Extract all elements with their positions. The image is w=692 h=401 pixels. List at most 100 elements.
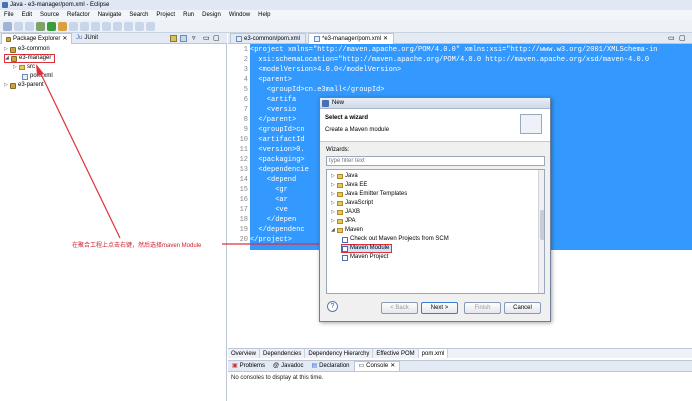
- tree-item-e3-parent[interactable]: ▷ e3-parent: [4, 81, 44, 90]
- new-icon[interactable]: [3, 21, 12, 31]
- folder-icon: [337, 228, 343, 233]
- forward-icon[interactable]: [146, 21, 155, 31]
- tree-item-src[interactable]: ▷ src: [13, 63, 35, 72]
- wizard-folder-maven[interactable]: ◢ Maven: [331, 226, 363, 235]
- dialog-description: Create a Maven module: [325, 127, 390, 133]
- tree-item-e3-common[interactable]: ▷ e3-common: [4, 45, 50, 54]
- tab-dependencies[interactable]: Dependencies: [260, 349, 306, 358]
- line-number: 9: [243, 126, 248, 134]
- line-number: 10: [239, 136, 248, 144]
- annotation-nav-icon[interactable]: [124, 21, 133, 31]
- collapse-all-icon[interactable]: [170, 35, 177, 42]
- folder-icon: [337, 192, 343, 197]
- wizard-tree[interactable]: ▷ Java ▷ Java EE ▷ Java Emitter Templates ▷…: [326, 169, 545, 294]
- menu-refactor[interactable]: Refactor: [67, 10, 90, 20]
- xml-file-icon: [22, 73, 28, 80]
- menu-design[interactable]: Design: [202, 10, 221, 20]
- tab-effective-pom[interactable]: Effective POM: [373, 349, 419, 358]
- minimize-icon[interactable]: ▭: [203, 33, 210, 44]
- menu-search[interactable]: Search: [129, 10, 148, 20]
- toolbar: [0, 20, 692, 33]
- new-java-project-icon[interactable]: [69, 21, 78, 31]
- tab-e3-common-pom[interactable]: e3-common/pom.xml: [230, 33, 307, 44]
- wizard-folder-jaxb[interactable]: ▷ JAXB: [331, 208, 360, 217]
- code-line: <project xmlns="http://maven.apache.org/…: [250, 46, 658, 54]
- finish-button[interactable]: Finish: [464, 302, 501, 314]
- tab-label: Console: [366, 363, 389, 369]
- wizard-folder-javascript[interactable]: ▷ JavaScript: [331, 199, 373, 208]
- menu-run[interactable]: Run: [183, 10, 194, 20]
- wizard-folder-java[interactable]: ▷ Java: [331, 172, 358, 181]
- tab-label: e3-common/pom.xml: [244, 35, 301, 42]
- debug-icon[interactable]: [36, 21, 45, 31]
- tab-javadoc[interactable]: @ Javadoc: [269, 361, 307, 371]
- wizard-item-maven-module[interactable]: Maven Module: [341, 244, 393, 253]
- line-number: 3: [243, 66, 248, 74]
- menu-edit[interactable]: Edit: [22, 10, 32, 20]
- tree-item-pom-xml[interactable]: pom.xml: [22, 72, 53, 81]
- tab-dependency-hierarchy[interactable]: Dependency Hierarchy: [305, 349, 374, 358]
- expand-icon[interactable]: ▷: [13, 63, 17, 72]
- maximize-icon[interactable]: ▢: [679, 33, 686, 44]
- search-icon[interactable]: [113, 21, 122, 31]
- expand-icon[interactable]: ▷: [4, 81, 8, 90]
- wizard-scrollbar[interactable]: [538, 170, 544, 293]
- line-number: 16: [239, 196, 248, 204]
- line-number: 7: [243, 106, 248, 114]
- new-package-icon[interactable]: [80, 21, 89, 31]
- pom-editor-tabs: Overview Dependencies Dependency Hierarc…: [228, 348, 692, 358]
- close-icon[interactable]: ✕: [390, 361, 395, 372]
- maven-icon: [342, 245, 348, 252]
- menu-project[interactable]: Project: [156, 10, 175, 20]
- tab-problems[interactable]: ▣ Problems: [228, 361, 269, 371]
- save-icon[interactable]: [14, 21, 23, 31]
- tab-e3-manager-pom[interactable]: *e3-manager/pom.xml ✕: [308, 33, 395, 45]
- tab-console[interactable]: ▭ Console ✕: [353, 361, 401, 372]
- next-button[interactable]: Next >: [421, 302, 458, 314]
- wizard-folder-java-ee[interactable]: ▷ Java EE: [331, 181, 367, 190]
- console-panel: ▣ Problems @ Javadoc ▤ Declaration ▭ Console…: [228, 360, 692, 401]
- wizard-folder-jpa[interactable]: ▷ JPA: [331, 217, 356, 226]
- external-tools-icon[interactable]: [58, 21, 67, 31]
- wizard-item-maven-project[interactable]: Maven Project: [342, 253, 388, 262]
- open-type-icon[interactable]: [102, 21, 111, 31]
- wizard-label: Maven Project: [350, 254, 389, 260]
- help-icon[interactable]: ?: [327, 301, 338, 312]
- tree-label: e3-common: [18, 46, 50, 52]
- tab-package-explorer[interactable]: Package Explorer ✕: [1, 33, 73, 45]
- close-icon[interactable]: ✕: [383, 34, 388, 45]
- cancel-button[interactable]: Cancel: [504, 302, 541, 314]
- close-icon[interactable]: ✕: [62, 34, 67, 45]
- maximize-icon[interactable]: ▢: [213, 33, 220, 44]
- scrollbar-thumb[interactable]: [540, 210, 544, 240]
- tree-item-e3-manager[interactable]: ◢ e3-manager: [4, 54, 56, 63]
- view-menu-icon[interactable]: ▿: [192, 33, 196, 44]
- line-number: 5: [243, 86, 248, 94]
- wizard-folder-jet[interactable]: ▷ Java Emitter Templates: [331, 190, 407, 199]
- new-class-icon[interactable]: [91, 21, 100, 31]
- run-icon[interactable]: [47, 21, 56, 31]
- menu-file[interactable]: File: [4, 10, 14, 20]
- menu-source[interactable]: Source: [40, 10, 59, 20]
- tab-declaration[interactable]: ▤ Declaration: [307, 361, 353, 371]
- tab-pom-xml[interactable]: pom.xml: [418, 349, 449, 358]
- link-editor-icon[interactable]: [180, 35, 187, 42]
- declaration-icon: ▤: [311, 362, 318, 369]
- wizard-label: Check out Maven Projects from SCM: [350, 236, 449, 242]
- menu-window[interactable]: Window: [229, 10, 250, 20]
- package-explorer-panel: Package Explorer ✕ Ju JUnit ▿ ▭ ▢ ▷ e3-c…: [0, 33, 227, 401]
- wizard-item-checkout-scm[interactable]: Check out Maven Projects from SCM: [342, 235, 449, 244]
- tab-overview[interactable]: Overview: [228, 349, 261, 358]
- filter-input[interactable]: [326, 156, 545, 166]
- minimize-icon[interactable]: ▭: [668, 33, 675, 44]
- wizard-label: Java EE: [345, 182, 368, 188]
- print-icon[interactable]: [25, 21, 34, 31]
- back-icon[interactable]: [135, 21, 144, 31]
- collapse-icon[interactable]: ◢: [5, 54, 9, 63]
- menu-navigate[interactable]: Navigate: [98, 10, 122, 20]
- project-icon: [10, 82, 16, 89]
- expand-icon[interactable]: ▷: [4, 45, 8, 54]
- tab-junit[interactable]: Ju JUnit: [72, 33, 102, 44]
- back-button[interactable]: < Back: [381, 302, 418, 314]
- menu-help[interactable]: Help: [258, 10, 270, 20]
